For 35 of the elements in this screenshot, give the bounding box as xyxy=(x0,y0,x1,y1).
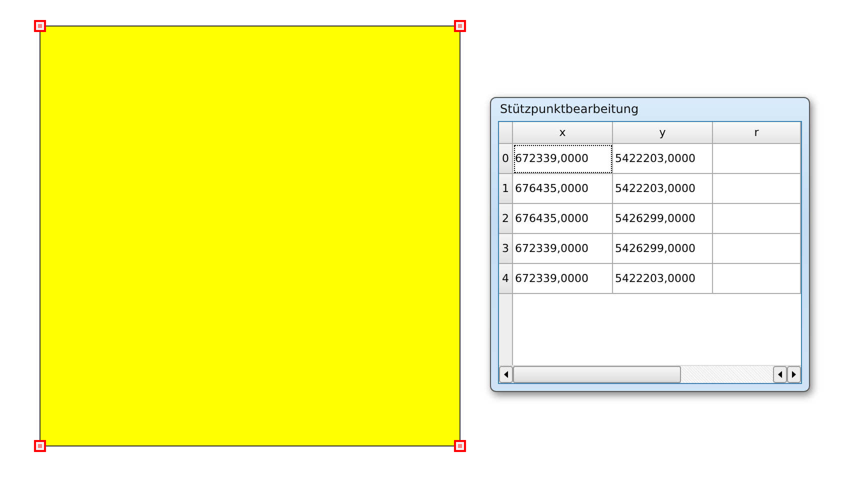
table-cell[interactable]: 5422203,0000 xyxy=(613,144,713,174)
table-cell[interactable]: 5422203,0000 xyxy=(613,174,713,204)
row-header[interactable]: 4 xyxy=(499,264,513,294)
row-header[interactable]: 0 xyxy=(499,144,513,174)
table-cell[interactable] xyxy=(713,234,801,264)
table-cell[interactable]: 672339,0000 xyxy=(513,264,613,294)
scroll-left-icon[interactable] xyxy=(499,366,513,383)
column-header[interactable]: x xyxy=(513,122,613,144)
table-cell[interactable]: 5422203,0000 xyxy=(613,264,713,294)
horizontal-scrollbar[interactable] xyxy=(499,365,801,383)
row-header[interactable]: 3 xyxy=(499,234,513,264)
resize-handle[interactable] xyxy=(454,440,466,452)
table-cell[interactable]: 5426299,0000 xyxy=(613,204,713,234)
table-cell[interactable]: 676435,0000 xyxy=(513,204,613,234)
row-header-strip xyxy=(499,294,513,365)
table-cell[interactable] xyxy=(713,204,801,234)
table-cell[interactable] xyxy=(713,174,801,204)
resize-handle[interactable] xyxy=(34,440,46,452)
table-cell[interactable]: 672339,0000 xyxy=(513,234,613,264)
table-cell[interactable]: 672339,0000 xyxy=(513,144,613,174)
row-header[interactable]: 2 xyxy=(499,204,513,234)
column-header[interactable]: y xyxy=(613,122,713,144)
column-header[interactable]: r xyxy=(713,122,801,144)
resize-handle[interactable] xyxy=(34,20,46,32)
table-cell[interactable] xyxy=(713,264,801,294)
table-cell[interactable]: 5426299,0000 xyxy=(613,234,713,264)
resize-handle[interactable] xyxy=(454,20,466,32)
scroll-left-icon[interactable] xyxy=(773,366,787,383)
row-header[interactable]: 1 xyxy=(499,174,513,204)
scrollbar-thumb[interactable] xyxy=(513,366,681,383)
table-cell[interactable] xyxy=(713,144,801,174)
scroll-right-icon[interactable] xyxy=(787,366,801,383)
table-cell[interactable]: 676435,0000 xyxy=(513,174,613,204)
corner-header xyxy=(499,122,513,144)
window-title: Stützpunktbearbeitung xyxy=(499,101,640,118)
